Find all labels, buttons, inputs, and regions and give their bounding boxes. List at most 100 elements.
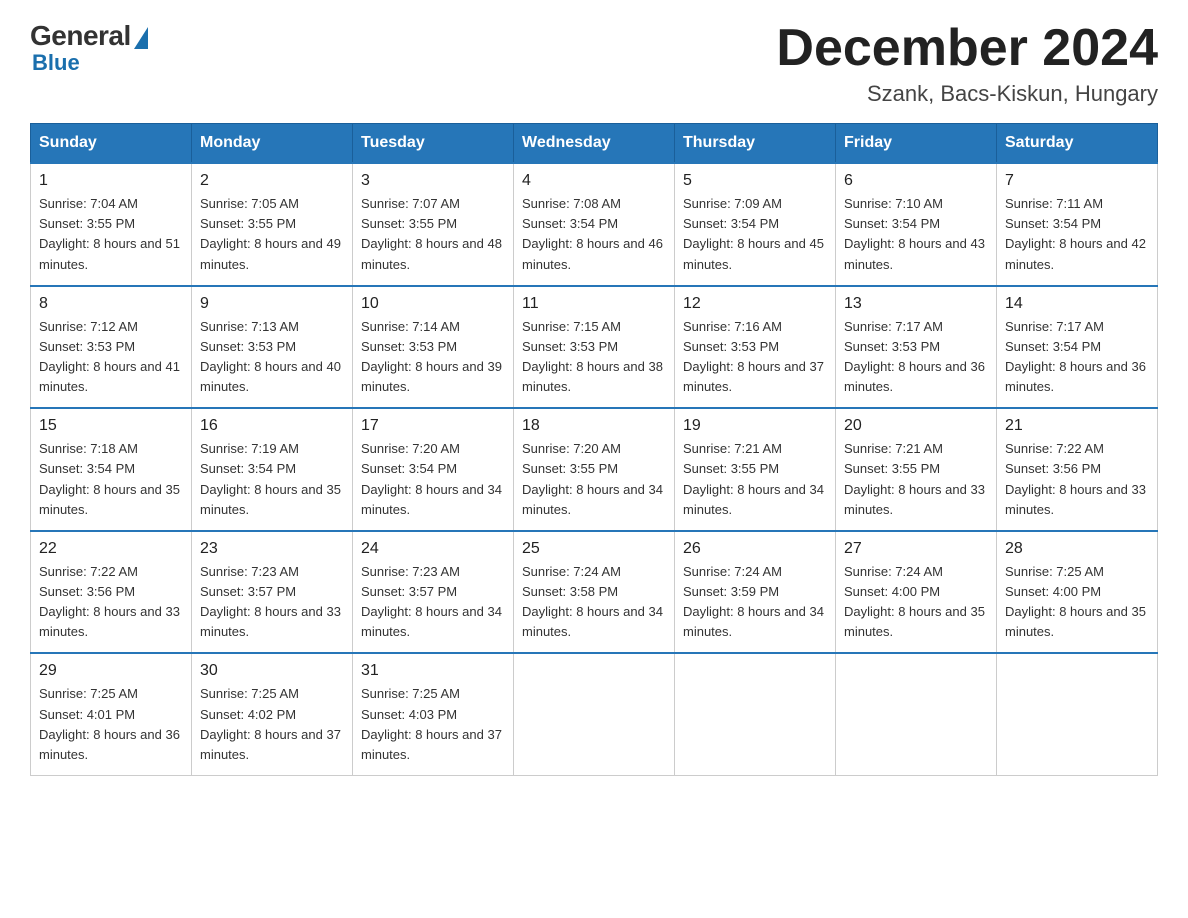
day-info: Sunrise: 7:18 AM Sunset: 3:54 PM Dayligh…	[39, 439, 183, 520]
table-row: 3 Sunrise: 7:07 AM Sunset: 3:55 PM Dayli…	[353, 163, 514, 286]
daylight-label: Daylight: 8 hours and 42 minutes.	[1005, 236, 1146, 271]
day-info: Sunrise: 7:12 AM Sunset: 3:53 PM Dayligh…	[39, 317, 183, 398]
sunrise-label: Sunrise: 7:25 AM	[200, 686, 299, 701]
daylight-label: Daylight: 8 hours and 33 minutes.	[1005, 482, 1146, 517]
daylight-label: Daylight: 8 hours and 38 minutes.	[522, 359, 663, 394]
sunset-label: Sunset: 3:53 PM	[200, 339, 296, 354]
daylight-label: Daylight: 8 hours and 33 minutes.	[39, 604, 180, 639]
sunrise-label: Sunrise: 7:25 AM	[361, 686, 460, 701]
weekday-header-row: Sunday Monday Tuesday Wednesday Thursday…	[31, 124, 1158, 164]
day-number: 6	[844, 172, 988, 190]
sunset-label: Sunset: 4:03 PM	[361, 707, 457, 722]
daylight-label: Daylight: 8 hours and 41 minutes.	[39, 359, 180, 394]
daylight-label: Daylight: 8 hours and 45 minutes.	[683, 236, 824, 271]
calendar-week-row: 15 Sunrise: 7:18 AM Sunset: 3:54 PM Dayl…	[31, 408, 1158, 531]
day-info: Sunrise: 7:20 AM Sunset: 3:55 PM Dayligh…	[522, 439, 666, 520]
logo: General Blue	[30, 20, 148, 76]
day-info: Sunrise: 7:04 AM Sunset: 3:55 PM Dayligh…	[39, 194, 183, 275]
day-number: 11	[522, 295, 666, 313]
day-number: 12	[683, 295, 827, 313]
table-row: 18 Sunrise: 7:20 AM Sunset: 3:55 PM Dayl…	[514, 408, 675, 531]
sunrise-label: Sunrise: 7:21 AM	[683, 441, 782, 456]
table-row: 16 Sunrise: 7:19 AM Sunset: 3:54 PM Dayl…	[192, 408, 353, 531]
day-number: 25	[522, 540, 666, 558]
sunset-label: Sunset: 3:54 PM	[200, 461, 296, 476]
day-info: Sunrise: 7:13 AM Sunset: 3:53 PM Dayligh…	[200, 317, 344, 398]
day-number: 8	[39, 295, 183, 313]
day-number: 23	[200, 540, 344, 558]
daylight-label: Daylight: 8 hours and 36 minutes.	[1005, 359, 1146, 394]
day-info: Sunrise: 7:16 AM Sunset: 3:53 PM Dayligh…	[683, 317, 827, 398]
sunrise-label: Sunrise: 7:07 AM	[361, 196, 460, 211]
sunrise-label: Sunrise: 7:25 AM	[39, 686, 138, 701]
daylight-label: Daylight: 8 hours and 37 minutes.	[683, 359, 824, 394]
day-info: Sunrise: 7:23 AM Sunset: 3:57 PM Dayligh…	[200, 562, 344, 643]
sunset-label: Sunset: 3:57 PM	[361, 584, 457, 599]
daylight-label: Daylight: 8 hours and 48 minutes.	[361, 236, 502, 271]
sunrise-label: Sunrise: 7:23 AM	[200, 564, 299, 579]
day-number: 20	[844, 417, 988, 435]
sunset-label: Sunset: 3:55 PM	[39, 216, 135, 231]
table-row: 13 Sunrise: 7:17 AM Sunset: 3:53 PM Dayl…	[836, 286, 997, 409]
header-wednesday: Wednesday	[514, 124, 675, 164]
day-number: 30	[200, 662, 344, 680]
sunrise-label: Sunrise: 7:22 AM	[39, 564, 138, 579]
calendar-week-row: 29 Sunrise: 7:25 AM Sunset: 4:01 PM Dayl…	[31, 653, 1158, 775]
table-row: 15 Sunrise: 7:18 AM Sunset: 3:54 PM Dayl…	[31, 408, 192, 531]
sunset-label: Sunset: 3:54 PM	[522, 216, 618, 231]
sunset-label: Sunset: 3:53 PM	[683, 339, 779, 354]
table-row	[997, 653, 1158, 775]
sunset-label: Sunset: 3:55 PM	[200, 216, 296, 231]
table-row	[514, 653, 675, 775]
sunrise-label: Sunrise: 7:09 AM	[683, 196, 782, 211]
daylight-label: Daylight: 8 hours and 35 minutes.	[200, 482, 341, 517]
sunset-label: Sunset: 3:53 PM	[844, 339, 940, 354]
sunset-label: Sunset: 4:00 PM	[844, 584, 940, 599]
daylight-label: Daylight: 8 hours and 33 minutes.	[844, 482, 985, 517]
table-row: 27 Sunrise: 7:24 AM Sunset: 4:00 PM Dayl…	[836, 531, 997, 654]
sunrise-label: Sunrise: 7:10 AM	[844, 196, 943, 211]
table-row: 24 Sunrise: 7:23 AM Sunset: 3:57 PM Dayl…	[353, 531, 514, 654]
sunrise-label: Sunrise: 7:13 AM	[200, 319, 299, 334]
table-row: 26 Sunrise: 7:24 AM Sunset: 3:59 PM Dayl…	[675, 531, 836, 654]
header-friday: Friday	[836, 124, 997, 164]
daylight-label: Daylight: 8 hours and 35 minutes.	[844, 604, 985, 639]
day-info: Sunrise: 7:21 AM Sunset: 3:55 PM Dayligh…	[683, 439, 827, 520]
daylight-label: Daylight: 8 hours and 34 minutes.	[683, 482, 824, 517]
day-number: 3	[361, 172, 505, 190]
daylight-label: Daylight: 8 hours and 34 minutes.	[361, 482, 502, 517]
sunset-label: Sunset: 3:53 PM	[39, 339, 135, 354]
header-monday: Monday	[192, 124, 353, 164]
header-thursday: Thursday	[675, 124, 836, 164]
sunset-label: Sunset: 3:53 PM	[361, 339, 457, 354]
sunset-label: Sunset: 3:54 PM	[39, 461, 135, 476]
day-info: Sunrise: 7:24 AM Sunset: 4:00 PM Dayligh…	[844, 562, 988, 643]
day-number: 16	[200, 417, 344, 435]
sunset-label: Sunset: 4:01 PM	[39, 707, 135, 722]
day-number: 24	[361, 540, 505, 558]
day-info: Sunrise: 7:22 AM Sunset: 3:56 PM Dayligh…	[39, 562, 183, 643]
page-header: General Blue December 2024 Szank, Bacs-K…	[30, 20, 1158, 107]
location-title: Szank, Bacs-Kiskun, Hungary	[776, 81, 1158, 107]
sunrise-label: Sunrise: 7:18 AM	[39, 441, 138, 456]
day-number: 27	[844, 540, 988, 558]
table-row: 8 Sunrise: 7:12 AM Sunset: 3:53 PM Dayli…	[31, 286, 192, 409]
day-number: 19	[683, 417, 827, 435]
daylight-label: Daylight: 8 hours and 46 minutes.	[522, 236, 663, 271]
day-number: 15	[39, 417, 183, 435]
table-row: 30 Sunrise: 7:25 AM Sunset: 4:02 PM Dayl…	[192, 653, 353, 775]
daylight-label: Daylight: 8 hours and 34 minutes.	[522, 604, 663, 639]
day-number: 31	[361, 662, 505, 680]
daylight-label: Daylight: 8 hours and 34 minutes.	[522, 482, 663, 517]
daylight-label: Daylight: 8 hours and 34 minutes.	[361, 604, 502, 639]
daylight-label: Daylight: 8 hours and 43 minutes.	[844, 236, 985, 271]
sunrise-label: Sunrise: 7:12 AM	[39, 319, 138, 334]
table-row	[675, 653, 836, 775]
sunrise-label: Sunrise: 7:25 AM	[1005, 564, 1104, 579]
sunrise-label: Sunrise: 7:21 AM	[844, 441, 943, 456]
daylight-label: Daylight: 8 hours and 37 minutes.	[200, 727, 341, 762]
day-info: Sunrise: 7:07 AM Sunset: 3:55 PM Dayligh…	[361, 194, 505, 275]
daylight-label: Daylight: 8 hours and 36 minutes.	[844, 359, 985, 394]
day-info: Sunrise: 7:22 AM Sunset: 3:56 PM Dayligh…	[1005, 439, 1149, 520]
daylight-label: Daylight: 8 hours and 35 minutes.	[39, 482, 180, 517]
